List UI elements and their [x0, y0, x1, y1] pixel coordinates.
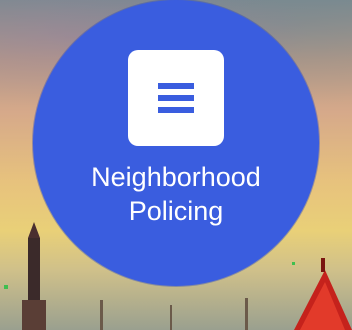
menu-lines-icon: [158, 83, 194, 113]
neighborhood-policing-tile[interactable]: Neighborhood Policing: [33, 0, 319, 286]
icon-tile: [128, 50, 224, 146]
tile-label-line2: Policing: [128, 196, 224, 226]
tile-label-line1: Neighborhood: [91, 162, 261, 192]
tile-label: Neighborhood Policing: [56, 160, 296, 228]
